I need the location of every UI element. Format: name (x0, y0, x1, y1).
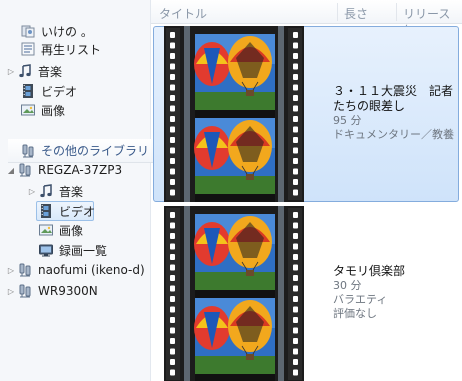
column-header-title[interactable]: タイトル (159, 5, 207, 22)
expand-arrow-icon[interactable]: ▷ (5, 266, 17, 275)
column-divider[interactable] (396, 3, 397, 21)
network-device-icon (17, 262, 33, 278)
column-header-bar: タイトル 長さ リリース年 (151, 0, 462, 38)
video-genre: バラエティ (333, 293, 388, 306)
nav-item-label: 音楽 (59, 184, 84, 199)
picture-icon (20, 102, 36, 118)
nav-item-label: ビデオ (59, 204, 96, 219)
nav-item-label: その他のライブラリ (41, 144, 150, 158)
nav-item-label: いけの 。 (41, 24, 93, 39)
video-duration: 30 分 (333, 279, 362, 292)
nav-item-label: REGZA-37ZP3 (38, 163, 123, 177)
expand-arrow-icon[interactable]: ▷ (5, 67, 17, 76)
video-duration: 95 分 (333, 114, 362, 127)
nav-item-regza-music[interactable]: ▷ 音楽 (26, 181, 83, 201)
video-genre: ドキュメンタリー／教養 (333, 128, 454, 141)
nav-item-playlists[interactable]: 再生リスト (8, 39, 101, 59)
music-note-icon (17, 63, 33, 79)
video-item[interactable]: ３・１１大震災 記者たちの眼差し 95 分 ドキュメンタリー／教養 (153, 26, 462, 202)
video-title: ３・１１大震災 記者たちの眼差し (333, 84, 454, 113)
network-library-icon (20, 143, 36, 159)
video-rating: 評価なし (333, 307, 377, 320)
column-divider[interactable] (337, 3, 338, 21)
video-metadata: ３・１１大震災 記者たちの眼差し 95 分 ドキュメンタリー／教養 (333, 84, 458, 142)
expand-arrow-icon[interactable]: ▷ (26, 187, 38, 196)
nav-item-pictures[interactable]: 画像 (8, 100, 65, 120)
nav-item-regza-pictures[interactable]: 画像 (38, 220, 83, 240)
tv-recording-icon (38, 242, 54, 258)
nav-item-regza-device[interactable]: ◢ REGZA-37ZP3 (5, 160, 122, 180)
nav-item-label: naofumi (ikeno-d) (38, 263, 145, 277)
video-item[interactable]: タモリ倶楽部 30 分 バラエティ 評価なし (153, 206, 462, 381)
expand-arrow-icon[interactable]: ▷ (5, 287, 17, 296)
nav-item-naofumi-device[interactable]: ▷ naofumi (ikeno-d) (5, 260, 145, 280)
nav-item-user-library[interactable]: いけの 。 (8, 21, 93, 41)
nav-item-label: ビデオ (41, 84, 78, 99)
nav-item-label: 再生リスト (41, 42, 102, 57)
nav-item-label: 録画一覧 (59, 243, 108, 258)
video-film-icon (20, 83, 36, 99)
video-metadata: タモリ倶楽部 30 分 バラエティ 評価なし (333, 264, 458, 321)
nav-item-label: 画像 (41, 103, 66, 118)
network-device-icon (17, 162, 33, 178)
library-user-icon (20, 23, 36, 39)
navigation-pane: いけの 。 再生リスト ▷ 音楽 ビデオ 画像 その他のライブラリ ◢ REGZ… (0, 0, 319, 381)
music-note-icon (38, 183, 54, 199)
playlist-icon (20, 41, 36, 57)
nav-item-music[interactable]: ▷ 音楽 (5, 61, 62, 81)
nav-item-label: WR9300N (38, 284, 98, 298)
nav-item-regza-video[interactable]: ビデオ (36, 201, 95, 221)
nav-item-video[interactable]: ビデオ (8, 81, 77, 101)
picture-icon (38, 222, 54, 238)
video-thumbnail (164, 26, 304, 202)
network-device-icon (17, 283, 33, 299)
video-thumbnail (164, 206, 304, 381)
nav-item-recordings[interactable]: 録画一覧 (38, 240, 107, 260)
video-film-icon (38, 203, 54, 219)
collapse-arrow-icon[interactable]: ◢ (5, 166, 17, 175)
video-title: タモリ倶楽部 (333, 264, 406, 278)
nav-item-wr9300n-device[interactable]: ▷ WR9300N (5, 281, 98, 301)
nav-item-label: 画像 (59, 223, 84, 238)
nav-item-label: 音楽 (38, 64, 63, 79)
column-header-length[interactable]: 長さ (344, 5, 368, 22)
